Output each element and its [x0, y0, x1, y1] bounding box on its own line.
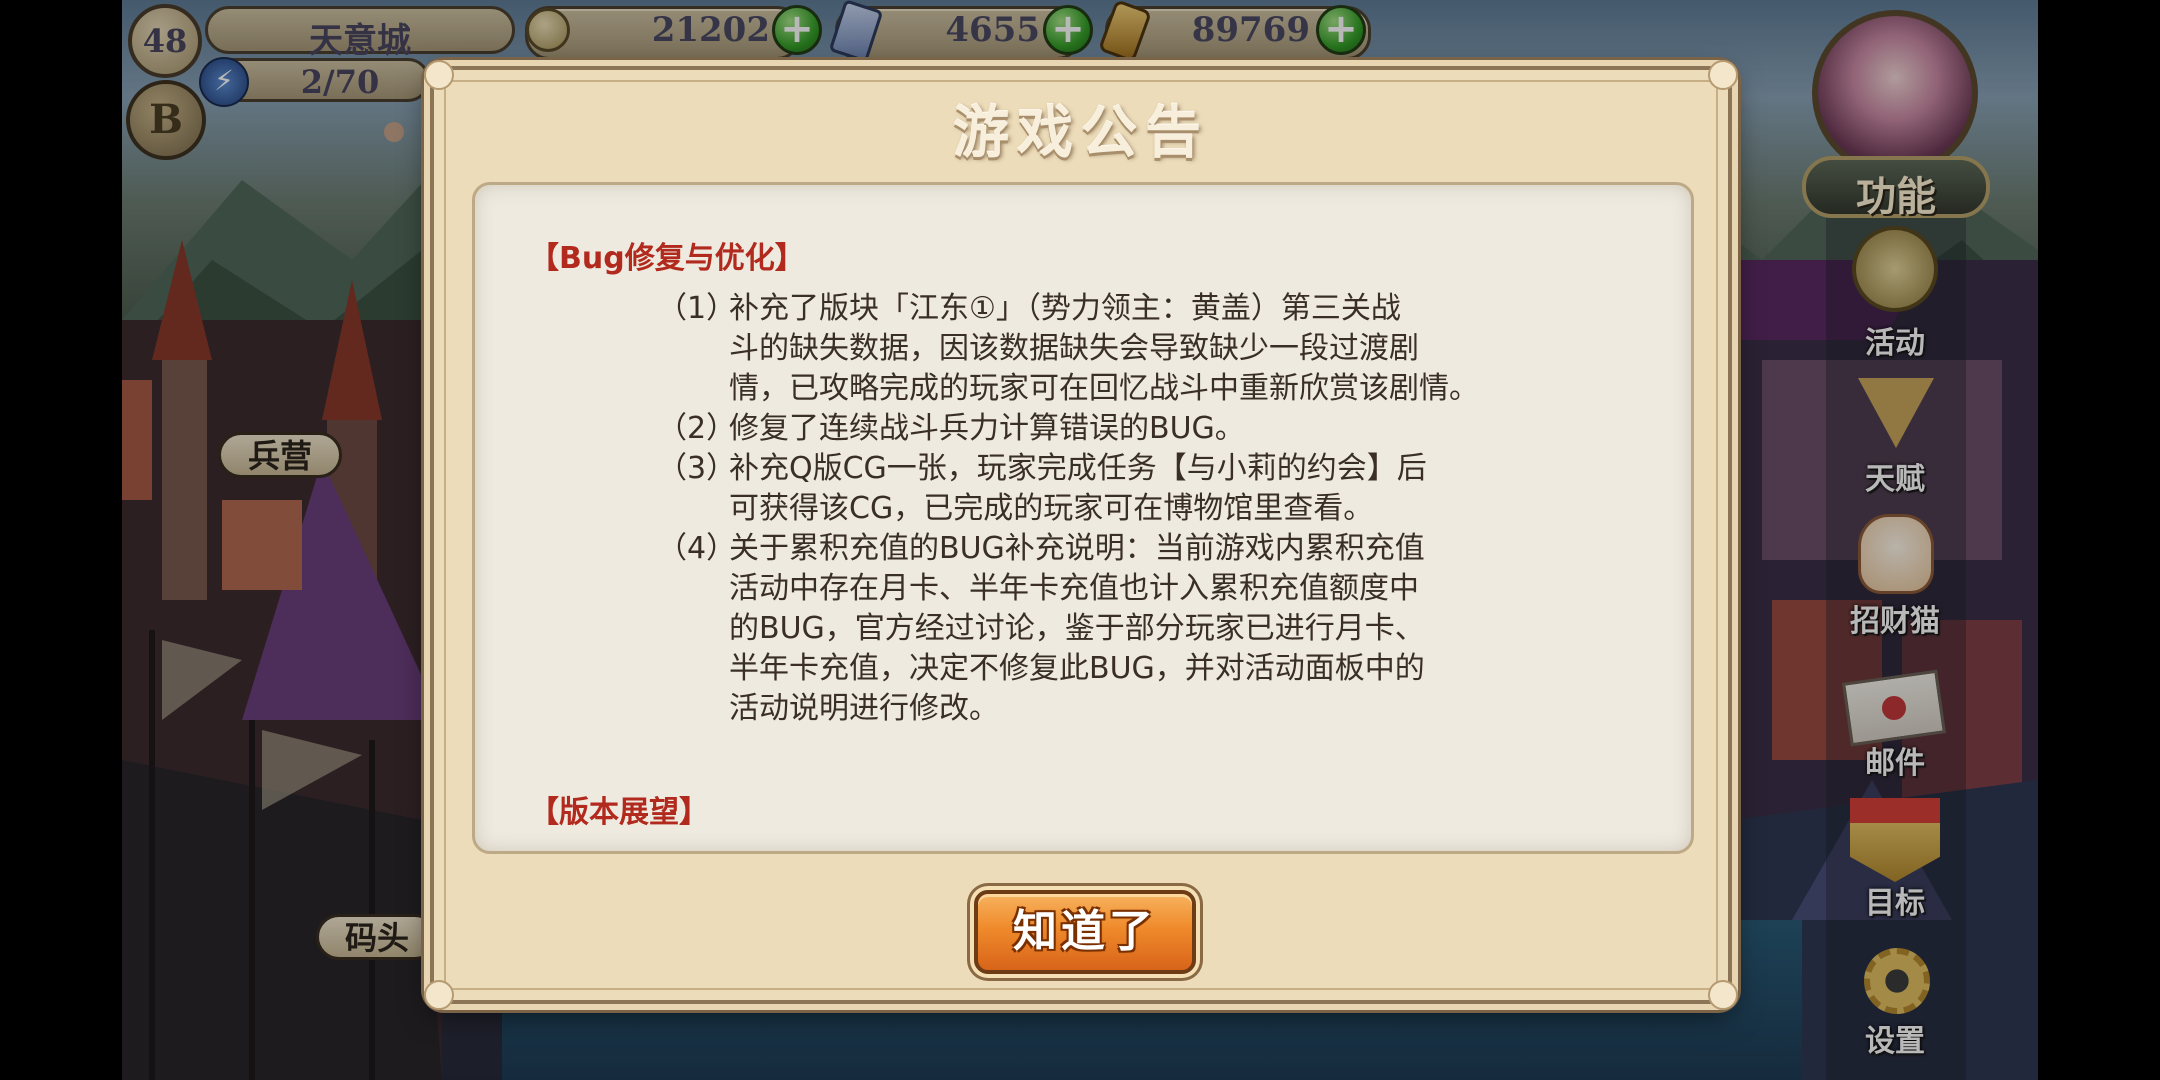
confirm-button[interactable]: 知道了 — [974, 890, 1196, 974]
announcement-content-panel[interactable]: 【Bug修复与优化】 （1） 补充了版块「江东①」（势力领主：黄盖）第三关战 斗… — [472, 182, 1694, 854]
dialog-corner-ornament — [1708, 60, 1738, 90]
dialog-corner-ornament — [424, 980, 454, 1010]
announcement-dialog: 游戏公告 【Bug修复与优化】 （1） 补充了版块「江东①」（势力领主：黄盖）第… — [424, 60, 1738, 1010]
item-number: （3） — [657, 451, 737, 486]
announcement-item-1: （1） 补充了版块「江东①」（势力领主：黄盖）第三关战 斗的缺失数据，因该数据缺… — [657, 289, 1517, 409]
item-line: 可获得该CG，已完成的玩家可在博物馆里查看。 — [729, 491, 1374, 526]
item-line: 情，已攻略完成的玩家可在回忆战斗中重新欣赏该剧情。 — [729, 371, 1479, 406]
item-text: 修复了连续战斗兵力计算错误的BUG。 — [729, 409, 1509, 449]
item-line: 关于累积充值的BUG补充说明：当前游戏内累积充值 — [729, 531, 1425, 566]
item-number: （4） — [657, 531, 737, 566]
announcement-item-3: （3） 补充Q版CG一张，玩家完成任务【与小莉的约会】后 可获得该CG，已完成的… — [657, 449, 1517, 529]
item-line: 活动中存在月卡、半年卡充值也计入累积充值额度中 — [729, 571, 1419, 606]
item-text: 补充了版块「江东①」（势力领主：黄盖）第三关战 斗的缺失数据，因该数据缺失会导致… — [729, 289, 1509, 409]
item-number: （1） — [657, 291, 737, 326]
item-line: 的BUG，官方经过讨论，鉴于部分玩家已进行月卡、 — [729, 611, 1425, 646]
item-line: 半年卡充值，决定不修复此BUG，并对活动面板中的 — [729, 651, 1425, 686]
item-text: 关于累积充值的BUG补充说明：当前游戏内累积充值 活动中存在月卡、半年卡充值也计… — [729, 529, 1509, 729]
announcement-item-2: （2） 修复了连续战斗兵力计算错误的BUG。 — [657, 409, 1517, 449]
item-line: 补充了版块「江东①」（势力领主：黄盖）第三关战 — [729, 291, 1401, 326]
item-line: 活动说明进行修改。 — [729, 691, 999, 726]
item-line: 修复了连续战斗兵力计算错误的BUG。 — [729, 411, 1245, 446]
item-line: 斗的缺失数据，因该数据缺失会导致缺少一段过渡剧 — [729, 331, 1419, 366]
item-text: 补充Q版CG一张，玩家完成任务【与小莉的约会】后 可获得该CG，已完成的玩家可在… — [729, 449, 1509, 529]
item-line: 补充Q版CG一张，玩家完成任务【与小莉的约会】后 — [729, 451, 1427, 486]
section-heading-bugfix: 【Bug修复与优化】 — [529, 241, 805, 276]
announcement-item-4: （4） 关于累积充值的BUG补充说明：当前游戏内累积充值 活动中存在月卡、半年卡… — [657, 529, 1517, 729]
dialog-corner-ornament — [424, 60, 454, 90]
item-number: （2） — [657, 411, 737, 446]
dialog-title: 游戏公告 — [953, 101, 1209, 166]
section-heading-outlook: 【版本展望】 — [529, 795, 709, 830]
dialog-corner-ornament — [1708, 980, 1738, 1010]
